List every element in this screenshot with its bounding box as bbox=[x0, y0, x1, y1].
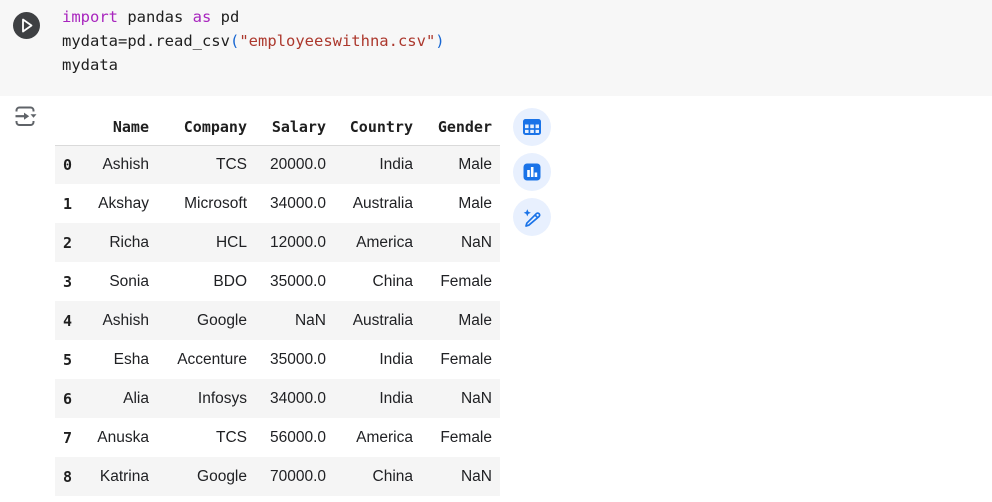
row-index: 1 bbox=[55, 184, 79, 223]
row-index: 5 bbox=[55, 340, 79, 379]
row-index: 4 bbox=[55, 301, 79, 340]
table-cell: Microsoft bbox=[157, 184, 255, 223]
interactive-table-button[interactable] bbox=[513, 108, 551, 146]
table-cell: NaN bbox=[255, 301, 334, 340]
table-cell: Female bbox=[421, 262, 500, 301]
table-cell: Esha bbox=[79, 340, 157, 379]
table-cell: 70000.0 bbox=[255, 457, 334, 496]
table-cell: BDO bbox=[157, 262, 255, 301]
code-line: import pandas as pd bbox=[62, 5, 445, 29]
table-row: 2RichaHCL12000.0AmericaNaN bbox=[55, 223, 500, 262]
code-token: "employeeswithna.csv" bbox=[239, 32, 435, 50]
table-row: 7AnuskaTCS56000.0AmericaFemale bbox=[55, 418, 500, 457]
table-row: 3SoniaBDO35000.0ChinaFemale bbox=[55, 262, 500, 301]
row-index: 8 bbox=[55, 457, 79, 496]
row-index: 6 bbox=[55, 379, 79, 418]
table-cell: China bbox=[334, 262, 421, 301]
table-cell: 34000.0 bbox=[255, 184, 334, 223]
dataframe-table: NameCompanySalaryCountryGender 0AshishTC… bbox=[55, 109, 500, 496]
table-cell: Female bbox=[421, 340, 500, 379]
table-cell: America bbox=[334, 223, 421, 262]
table-cell: Richa bbox=[79, 223, 157, 262]
table-cell: Sonia bbox=[79, 262, 157, 301]
table-cell: 20000.0 bbox=[255, 145, 334, 184]
output-toolbar bbox=[513, 108, 551, 236]
dataframe-body: 0AshishTCS20000.0IndiaMale1AkshayMicroso… bbox=[55, 145, 500, 496]
table-cell: 34000.0 bbox=[255, 379, 334, 418]
table-cell: NaN bbox=[421, 379, 500, 418]
magic-pencil-icon bbox=[521, 206, 543, 228]
code-cell: import pandas as pdmydata=pd.read_csv("e… bbox=[0, 0, 992, 96]
row-index: 3 bbox=[55, 262, 79, 301]
code-token: ( bbox=[230, 32, 239, 50]
table-row: 8KatrinaGoogle70000.0ChinaNaN bbox=[55, 457, 500, 496]
table-cell: TCS bbox=[157, 145, 255, 184]
code-token: mydata bbox=[62, 56, 118, 74]
table-cell: Ashish bbox=[79, 145, 157, 184]
run-cell-button[interactable] bbox=[13, 12, 40, 39]
table-cell: India bbox=[334, 379, 421, 418]
code-editor[interactable]: import pandas as pdmydata=pd.read_csv("e… bbox=[62, 5, 445, 77]
table-cell: Infosys bbox=[157, 379, 255, 418]
table-cell: India bbox=[334, 145, 421, 184]
table-cell: 35000.0 bbox=[255, 262, 334, 301]
code-token: import bbox=[62, 8, 118, 26]
code-token: pd bbox=[211, 8, 239, 26]
table-cell: Accenture bbox=[157, 340, 255, 379]
table-cell: Male bbox=[421, 184, 500, 223]
code-token: mydata=pd.read_csv bbox=[62, 32, 230, 50]
row-index: 0 bbox=[55, 145, 79, 184]
play-icon bbox=[13, 12, 40, 39]
table-cell: Katrina bbox=[79, 457, 157, 496]
table-cell: NaN bbox=[421, 223, 500, 262]
code-token: as bbox=[193, 8, 212, 26]
output-options-icon bbox=[11, 101, 39, 131]
generate-code-button[interactable] bbox=[513, 198, 551, 236]
table-cell: Ashish bbox=[79, 301, 157, 340]
table-cell: China bbox=[334, 457, 421, 496]
table-cell: Australia bbox=[334, 184, 421, 223]
row-index: 2 bbox=[55, 223, 79, 262]
table-cell: India bbox=[334, 340, 421, 379]
table-cell: NaN bbox=[421, 457, 500, 496]
table-cell: Akshay bbox=[79, 184, 157, 223]
table-cell: 12000.0 bbox=[255, 223, 334, 262]
table-cell: Anuska bbox=[79, 418, 157, 457]
suggest-charts-button[interactable] bbox=[513, 153, 551, 191]
table-cell: 56000.0 bbox=[255, 418, 334, 457]
table-grid-icon bbox=[521, 116, 543, 138]
code-token: ) bbox=[435, 32, 444, 50]
table-row: 4AshishGoogleNaNAustraliaMale bbox=[55, 301, 500, 340]
output-options-button[interactable] bbox=[11, 101, 39, 131]
notebook-view: { "colors": { "cell_bg": "#f7f7f7", "cod… bbox=[0, 0, 992, 502]
table-row: 6AliaInfosys34000.0IndiaNaN bbox=[55, 379, 500, 418]
table-cell: Google bbox=[157, 457, 255, 496]
table-cell: TCS bbox=[157, 418, 255, 457]
table-cell: Female bbox=[421, 418, 500, 457]
table-cell: Alia bbox=[79, 379, 157, 418]
table-cell: 35000.0 bbox=[255, 340, 334, 379]
corner-cell bbox=[55, 109, 79, 145]
table-cell: HCL bbox=[157, 223, 255, 262]
bar-chart-icon bbox=[521, 161, 543, 183]
table-cell: Google bbox=[157, 301, 255, 340]
table-row: 0AshishTCS20000.0IndiaMale bbox=[55, 145, 500, 184]
table-cell: Male bbox=[421, 145, 500, 184]
row-index: 7 bbox=[55, 418, 79, 457]
table-row: 5EshaAccenture35000.0IndiaFemale bbox=[55, 340, 500, 379]
table-cell: Male bbox=[421, 301, 500, 340]
column-header: Salary bbox=[255, 109, 334, 145]
code-line: mydata bbox=[62, 53, 445, 77]
dataframe-header-row: NameCompanySalaryCountryGender bbox=[55, 109, 500, 145]
table-cell: America bbox=[334, 418, 421, 457]
column-header: Name bbox=[79, 109, 157, 145]
column-header: Company bbox=[157, 109, 255, 145]
column-header: Gender bbox=[421, 109, 500, 145]
code-line: mydata=pd.read_csv("employeeswithna.csv"… bbox=[62, 29, 445, 53]
code-token: pandas bbox=[118, 8, 193, 26]
table-cell: Australia bbox=[334, 301, 421, 340]
table-row: 1AkshayMicrosoft34000.0AustraliaMale bbox=[55, 184, 500, 223]
column-header: Country bbox=[334, 109, 421, 145]
